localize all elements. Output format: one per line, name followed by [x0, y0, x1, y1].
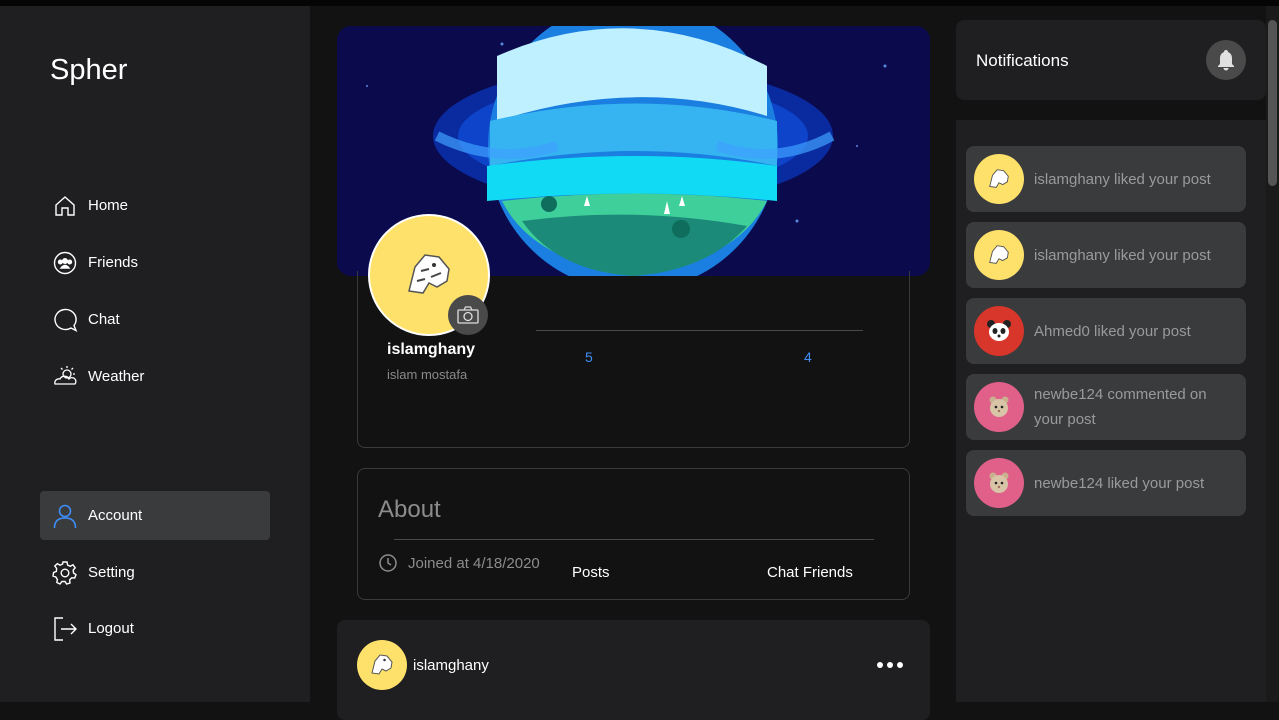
- notification-text: islamghany liked your post: [1034, 246, 1211, 264]
- notification-item[interactable]: islamghany liked your post: [966, 146, 1246, 212]
- brand-logo[interactable]: Spher: [50, 54, 127, 87]
- panda-avatar-icon: [974, 306, 1024, 356]
- sidebar-item-account[interactable]: Account: [40, 491, 270, 540]
- sidebar-item-logout[interactable]: Logout: [40, 604, 270, 653]
- notification-item[interactable]: newbe124 commented on your post: [966, 374, 1246, 440]
- home-icon: [52, 193, 78, 219]
- profile-full-name: islam mostafa: [387, 367, 468, 382]
- page-scrollbar-thumb[interactable]: [1268, 20, 1277, 186]
- post-author-name[interactable]: islamghany: [413, 657, 489, 674]
- about-card: About Joined at 4/18/2020: [357, 468, 910, 600]
- notification-item[interactable]: newbe124 liked your post: [966, 450, 1246, 516]
- sidebar-item-label: Chat: [88, 311, 120, 328]
- notifications-bell-button[interactable]: [1206, 40, 1246, 80]
- notifications-header: Notifications: [956, 20, 1266, 100]
- user-icon: [52, 503, 78, 529]
- more-options-button[interactable]: [877, 658, 903, 672]
- notification-item[interactable]: islamghany liked your post: [966, 222, 1246, 288]
- post-card: islamghany: [337, 620, 930, 720]
- change-photo-button[interactable]: [448, 295, 488, 335]
- sidebar-item-label: Weather: [88, 368, 145, 385]
- dot: [897, 662, 903, 668]
- tiger-avatar-icon: [974, 154, 1024, 204]
- profile-username: islamghany: [387, 341, 476, 358]
- post-author-avatar[interactable]: [357, 640, 407, 690]
- notification-text: islamghany liked your post: [1034, 170, 1211, 188]
- hamster-avatar-icon: [974, 458, 1024, 508]
- sidebar-item-weather[interactable]: Weather: [40, 352, 270, 401]
- bell-icon: [1218, 50, 1234, 71]
- sidebar-item-chat[interactable]: Chat: [40, 295, 270, 344]
- sidebar-item-home[interactable]: Home: [40, 181, 270, 230]
- joined-date: Joined at 4/18/2020: [378, 553, 540, 573]
- sidebar-item-setting[interactable]: Setting: [40, 548, 270, 597]
- tiger-icon: [371, 654, 393, 675]
- joined-text: Joined at 4/18/2020: [408, 554, 540, 572]
- sidebar-item-friends[interactable]: Friends: [40, 238, 270, 287]
- notification-text: Ahmed0 liked your post: [1034, 322, 1191, 340]
- tiger-icon: [408, 254, 450, 294]
- sidebar-item-label: Setting: [88, 564, 135, 581]
- profile-main: Posts Chat Friends 5 4 islamghany islam …: [310, 6, 956, 720]
- dot: [887, 662, 893, 668]
- chat-icon: [52, 307, 78, 333]
- weather-icon: [52, 364, 78, 390]
- notification-text: newbe124 commented on your post: [1034, 386, 1207, 428]
- notification-item[interactable]: Ahmed0 liked your post: [966, 298, 1246, 364]
- camera-icon: [457, 306, 479, 324]
- sidebar-item-label: Logout: [88, 620, 134, 637]
- sidebar-item-label: Friends: [88, 254, 139, 271]
- posts-stat-value[interactable]: 5: [585, 349, 593, 365]
- stats-divider: [536, 330, 863, 331]
- hamster-avatar-icon: [974, 382, 1024, 432]
- gear-icon: [52, 560, 78, 586]
- dot: [877, 662, 883, 668]
- clock-icon: [379, 554, 397, 572]
- notifications-title: Notifications: [976, 51, 1069, 70]
- tiger-avatar-icon: [974, 230, 1024, 280]
- about-divider: [394, 539, 874, 540]
- sidebar: Spher Home Friends Chat Weather Account: [0, 6, 310, 702]
- friends-icon: [52, 250, 78, 276]
- chat-friends-stat-value[interactable]: 4: [804, 349, 812, 365]
- logout-icon: [52, 616, 78, 642]
- about-title: About: [378, 496, 441, 523]
- sidebar-item-label: Home: [88, 197, 129, 214]
- sidebar-item-label: Account: [88, 507, 143, 524]
- notification-text: newbe124 liked your post: [1034, 474, 1205, 492]
